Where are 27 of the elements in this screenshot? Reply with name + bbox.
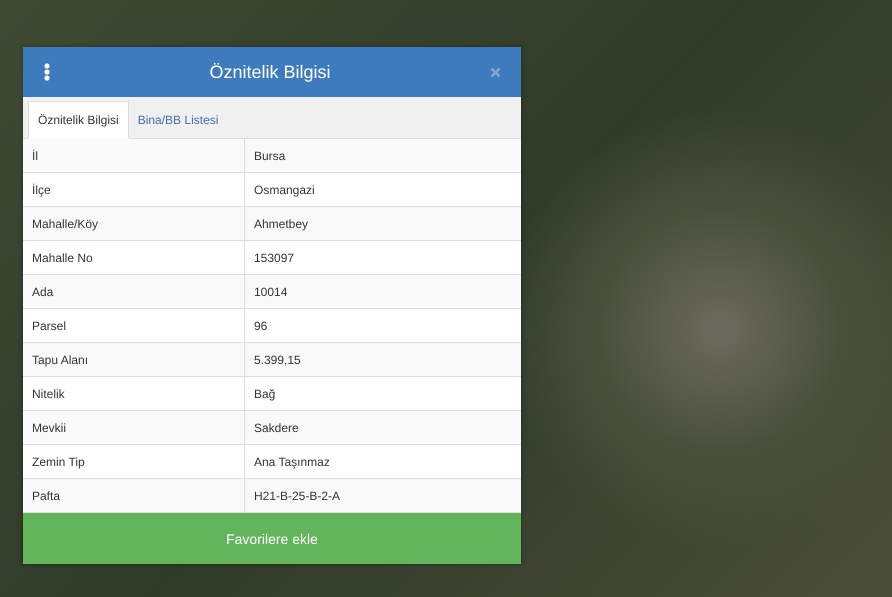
table-cell: Mevkii	[23, 411, 245, 444]
table-cell-text: Bursa	[253, 148, 286, 164]
table-cell-text: Ana Taşınmaz	[253, 454, 331, 470]
table-cell: Pafta	[23, 479, 245, 512]
table-cell: Mahalle/Köy	[23, 207, 245, 240]
table-cell-text: 10014	[253, 284, 288, 300]
tab[interactable]: Öznitelik Bilgisi	[28, 101, 129, 139]
table-cell-text: Bağ	[253, 386, 276, 402]
table-cell: Mahalle No	[23, 241, 245, 274]
table-cell: İlçe	[23, 173, 245, 206]
add-favorites-button[interactable]: Favorilere ekle	[23, 513, 521, 564]
table-cell-text: Osmangazi	[253, 182, 316, 198]
table-cell: Parsel	[23, 309, 245, 342]
panel-title: Öznitelik Bilgisi	[208, 62, 332, 82]
table-cell-text: Ahmetbey	[253, 216, 310, 232]
table-cell: Nitelik	[23, 377, 245, 410]
table-cell-text: Sakdere	[253, 420, 300, 436]
table-cell: Ada	[23, 275, 245, 308]
table-cell: Tapu Alanı	[23, 343, 245, 376]
menu-icon[interactable]	[44, 63, 50, 81]
table-cell-text: 96	[253, 318, 268, 334]
table-cell-text: 5.399,15	[253, 352, 302, 368]
table-cell-text: 153097	[253, 250, 296, 266]
table-cell: Zemin Tip	[23, 445, 245, 478]
table-cell-text: H21-B-25-B-2-A	[253, 488, 342, 504]
table-cell: İl	[23, 139, 245, 172]
tab[interactable]: Bina/BB Listesi	[128, 101, 228, 139]
